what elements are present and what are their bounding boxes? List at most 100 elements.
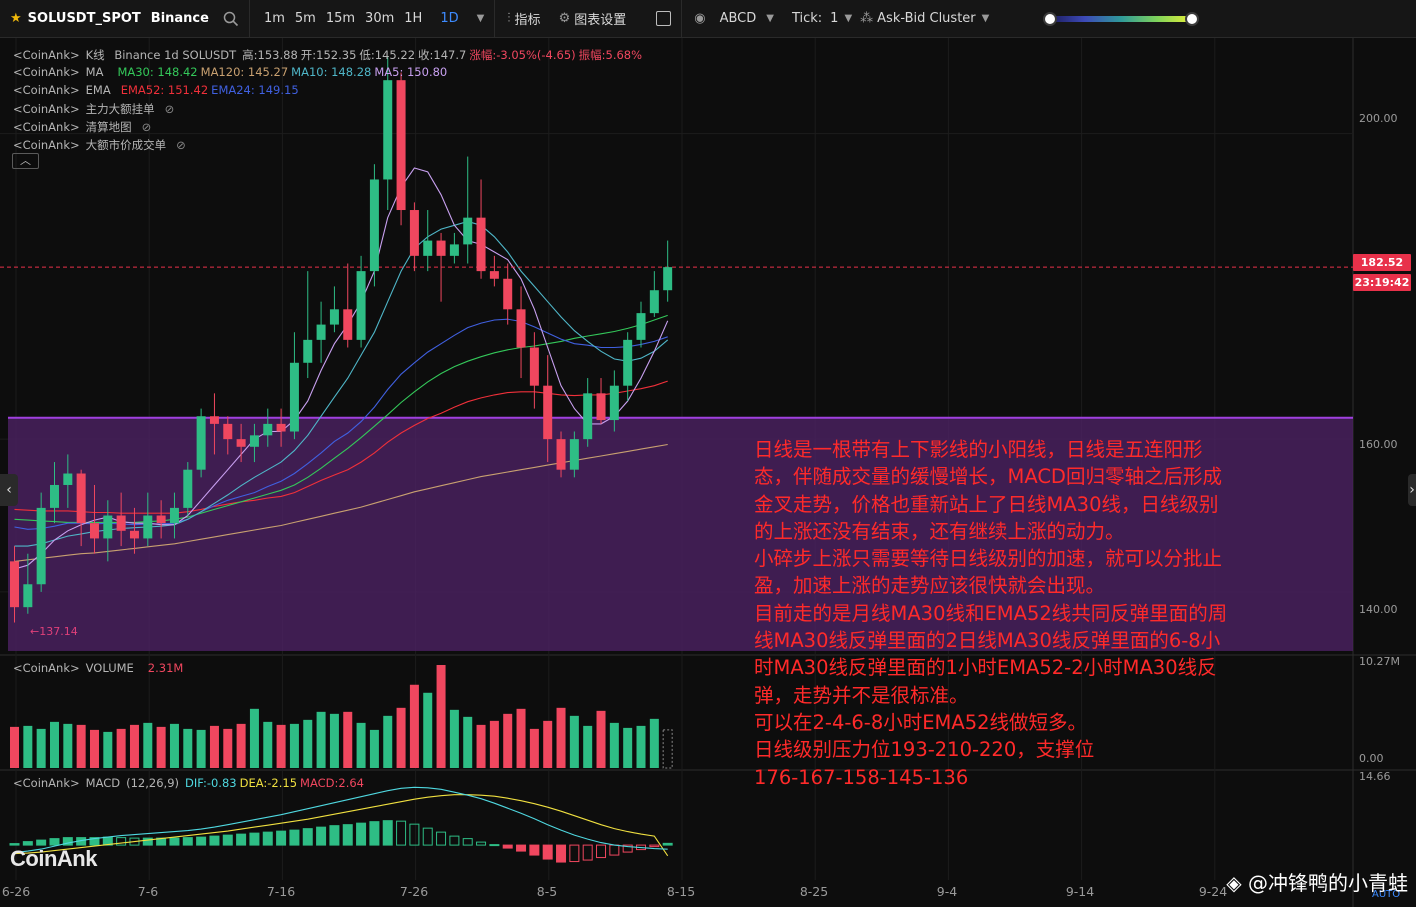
volume-bar [436, 665, 446, 768]
volume-bar [623, 727, 633, 768]
volume-bar [89, 729, 99, 768]
candle-body [636, 313, 646, 340]
legend-prefix: <CoinAnk> [13, 102, 80, 116]
eye-off-icon[interactable]: ⊘ [165, 102, 175, 116]
abcd-selector[interactable]: ABCD [720, 11, 757, 26]
author-watermark: ◈ @冲锋鸭的小青蛙 [1226, 867, 1408, 896]
candle-body [223, 423, 233, 440]
legend-ma120: MA120: 145.27 [200, 65, 289, 79]
macd-histogram-bar [222, 834, 233, 846]
timeframe-1h[interactable]: 1H [404, 11, 422, 26]
chevron-down-icon[interactable]: ▼ [982, 13, 990, 24]
volume-bar [36, 728, 46, 768]
chevron-down-icon[interactable]: ▼ [844, 13, 852, 24]
volume-bar [569, 715, 579, 768]
legend-prefix: <CoinAnk> [13, 661, 80, 675]
scroll-left-button[interactable]: ‹ [0, 474, 18, 506]
candle-body [49, 484, 59, 508]
volume-legend: <CoinAnk> VOLUME 2.31M [13, 661, 189, 675]
scroll-right-button[interactable]: › [1408, 474, 1416, 506]
candle-body [569, 439, 579, 470]
chevron-down-icon[interactable]: ▼ [766, 13, 774, 24]
analysis-annotation: 日线是一根带有上下影线的小阳线，日线是五连阳形 态，伴随成交量的缓慢增长，MACD… [754, 436, 1274, 791]
legend-close: 收:147.7 [418, 48, 467, 62]
annotation-line: 线MA30线反弹里面的2日线MA30线反弹里面的6-8小 [754, 629, 1221, 653]
slider-handle-min[interactable] [1043, 11, 1058, 26]
timeframe-30m[interactable]: 30m [365, 11, 394, 26]
legend-name: 大额市价成交单 [85, 138, 167, 152]
chevron-down-icon[interactable]: ▼ [477, 13, 485, 24]
volume-bar [76, 724, 86, 768]
annotation-line: 金叉走势，价格也重新站上了日线MA30线，日线级别 [754, 492, 1219, 516]
legend-change: 涨幅:-3.05%(-4.65) [469, 48, 576, 62]
candle-body [409, 210, 419, 256]
chart-toolbar: ★ SOLUSDT_SPOT Binance 1m 5m 15m 30m 1H … [0, 0, 1416, 38]
favorite-star-icon[interactable]: ★ [10, 11, 22, 26]
volume-bar [396, 707, 406, 768]
legend-name: VOLUME [85, 661, 134, 675]
symbol-name[interactable]: SOLUSDT_SPOT [28, 11, 141, 26]
timeframe-15m[interactable]: 15m [326, 11, 355, 26]
macd-histogram-bar [662, 842, 673, 846]
heat-range-slider[interactable] [1043, 11, 1200, 26]
annotation-line: 日线是一根带有上下影线的小阳线，日线是五连阳形 [754, 438, 1203, 461]
tools-group: ◉ ABCD ▼ Tick: 1 ▼ ⁂ Ask-Bid Cluster ▼ [682, 0, 1203, 37]
date-axis-label: 7-16 [266, 884, 296, 899]
macd-histogram-bar [182, 837, 193, 846]
macd-histogram-bar [356, 822, 367, 846]
macd-histogram-bar [516, 844, 527, 852]
candle-countdown-tag: 23:19:42 [1353, 274, 1411, 291]
eye-icon[interactable]: ◉ [694, 11, 705, 26]
author-name: @冲锋鸭的小青蛙 [1248, 871, 1408, 895]
volume-bar [223, 728, 233, 768]
candle-body [623, 339, 633, 386]
candle-body [663, 267, 673, 291]
date-axis-label: 9-14 [1065, 884, 1095, 899]
date-axis-label: 8-15 [666, 884, 696, 899]
ema-legend: <CoinAnk> EMA EMA52: 151.42 EMA24: 149.15 [13, 83, 305, 97]
search-icon[interactable] [223, 11, 239, 27]
macd-histogram-bar [49, 838, 60, 846]
candle-body [329, 309, 339, 325]
legend-prefix: <CoinAnk> [13, 776, 80, 790]
candle-body [356, 271, 366, 340]
price-axis-label: 160.00 [1359, 438, 1398, 451]
macd-axis-label: 14.66 [1359, 770, 1391, 783]
indicators-button[interactable]: 指标 [515, 9, 541, 28]
macd-histogram-bar [142, 837, 153, 846]
timeframe-1d[interactable]: 1D [440, 11, 458, 26]
eye-off-icon[interactable]: ⊘ [176, 138, 186, 152]
volume-axis-label: 10.27M [1359, 655, 1400, 668]
candle-body [23, 584, 33, 608]
macd-legend: <CoinAnk> MACD (12,26,9) DIF:-0.83 DEA:-2.15… [13, 776, 370, 790]
candle-body [463, 217, 473, 245]
volume-bar [343, 711, 353, 768]
volume-bar [289, 723, 299, 768]
layout-checkbox[interactable] [656, 11, 672, 26]
timeframe-1m[interactable]: 1m [264, 11, 285, 26]
candle-body [516, 309, 526, 348]
candle-body [143, 515, 153, 539]
volume-bar [609, 722, 619, 768]
volume-bar [543, 720, 553, 768]
timeframe-group: 1m 5m 15m 30m 1H 1D ▼ [250, 0, 496, 37]
macd-histogram-bar [502, 844, 513, 849]
volume-bar [263, 721, 273, 768]
timeframe-5m[interactable]: 5m [295, 11, 316, 26]
tick-value[interactable]: 1 [830, 11, 838, 26]
legend-macd: MACD:2.64 [300, 776, 364, 790]
chart-settings-button[interactable]: 图表设置 [574, 9, 626, 28]
macd-histogram-bar [316, 826, 327, 846]
legend-amplitude: 振幅:5.68% [578, 48, 643, 62]
legend-ma30: MA30: 148.42 [117, 65, 198, 79]
annotation-line: 时MA30线反弹里面的1小时EMA52-2小时MA30线反 [754, 656, 1217, 680]
slider-handle-max[interactable] [1185, 11, 1200, 26]
macd-histogram-bar [489, 844, 500, 847]
eye-off-icon[interactable]: ⊘ [142, 120, 152, 134]
volume-bar [476, 724, 486, 768]
collapse-legend-button[interactable]: ︿ [12, 153, 39, 169]
date-axis-label: 9-4 [936, 884, 958, 899]
candle-body [263, 423, 273, 436]
cluster-selector[interactable]: Ask-Bid Cluster [877, 11, 975, 26]
symbol-group[interactable]: ★ SOLUSDT_SPOT Binance [0, 0, 250, 37]
